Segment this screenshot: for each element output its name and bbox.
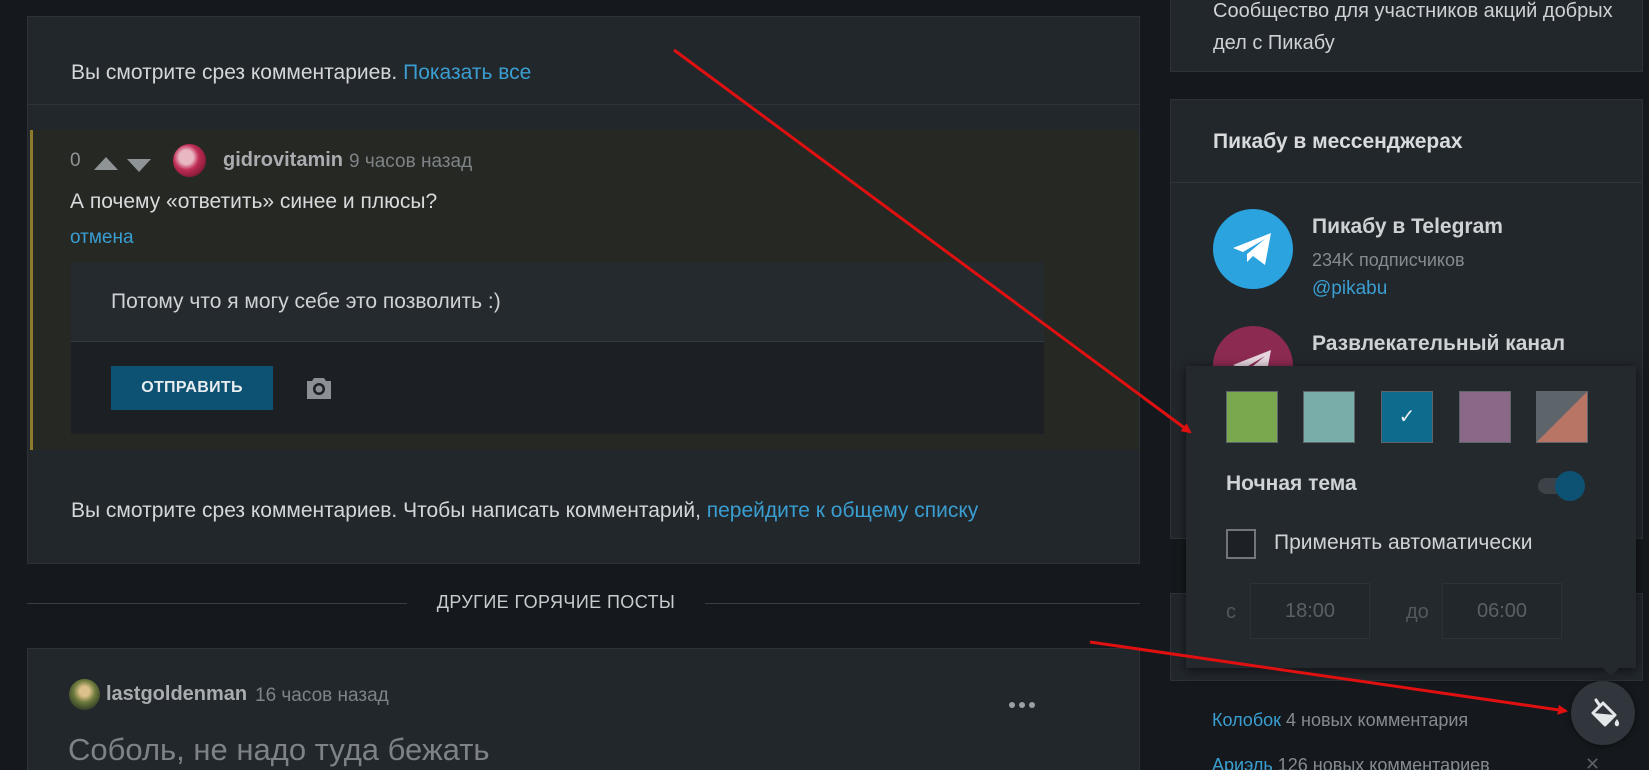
divider — [27, 603, 407, 604]
comment: 0 gidrovitamin 9 часов назад А почему «о… — [30, 130, 1139, 450]
more-icon[interactable] — [1009, 695, 1039, 713]
list-item: Колобок 4 новых комментария — [1212, 710, 1468, 731]
comments-card: Вы смотрите срез комментариев. Показать … — [27, 16, 1140, 564]
color-swatch-green[interactable] — [1226, 391, 1278, 443]
community-text: Сообщество для участников акций добрых д… — [1213, 0, 1613, 54]
to-time-input[interactable] — [1442, 583, 1562, 639]
upvote-icon[interactable] — [94, 157, 118, 170]
cancel-link[interactable]: отмена — [70, 227, 134, 249]
avatar[interactable] — [173, 144, 206, 177]
popup-pointer — [1600, 665, 1622, 676]
color-swatch-blue[interactable]: ✓ — [1381, 391, 1433, 443]
downvote-icon[interactable] — [127, 159, 151, 172]
reply-input[interactable]: Потому что я могу себе это позволить :) — [71, 262, 1044, 342]
telegram-handle-link[interactable]: @pikabu — [1312, 278, 1387, 300]
telegram-subscribers: 234K подписчиков — [1312, 250, 1465, 270]
divider — [1171, 182, 1642, 183]
entertainment-channel-title[interactable]: Развлекательный канал — [1312, 332, 1565, 356]
comment-username[interactable]: gidrovitamin — [223, 149, 343, 172]
schedule-row: с до — [1226, 583, 1606, 639]
comment-text: А почему «ответить» синее и плюсы? — [70, 190, 438, 213]
close-icon[interactable]: ✕ — [1585, 754, 1600, 770]
night-theme-label: Ночная тема — [1226, 472, 1357, 495]
from-label: с — [1226, 601, 1236, 623]
hot-posts-title: ДРУГИЕ ГОРЯЧИЕ ПОСТЫ — [436, 592, 676, 612]
post-username[interactable]: lastgoldenman — [106, 683, 247, 706]
community-card: Сообщество для участников акций добрых д… — [1170, 0, 1643, 72]
reply-form: Потому что я могу себе это позволить :) … — [71, 262, 1044, 434]
theme-button[interactable] — [1571, 681, 1635, 745]
list-item: Ариэль 126 новых комментариев — [1212, 755, 1490, 770]
comment-post-link[interactable]: Колобок — [1212, 710, 1281, 730]
color-swatch-teal[interactable] — [1303, 391, 1355, 443]
new-comments-count: 126 новых комментариев — [1277, 755, 1490, 770]
divider — [705, 603, 1140, 604]
comment-post-link[interactable]: Ариэль — [1212, 755, 1273, 770]
slice-footer-text: Вы смотрите срез комментариев. Чтобы нап… — [71, 499, 701, 522]
reply-input-text: Потому что я могу себе это позволить :) — [111, 290, 501, 313]
comment-rating: 0 — [70, 150, 81, 171]
main-column: Вы смотрите срез комментариев. Показать … — [27, 0, 1140, 770]
camera-icon[interactable] — [305, 375, 333, 401]
slice-notice-text: Вы смотрите срез комментариев. — [71, 61, 398, 84]
comment-highlight-bar — [30, 130, 33, 450]
avatar[interactable] — [69, 679, 100, 710]
color-swatch-gray-red[interactable] — [1536, 391, 1588, 443]
post-card: lastgoldenman 16 часов назад Соболь, не … — [27, 648, 1140, 770]
check-icon: ✓ — [1398, 406, 1416, 428]
comment-slice-footer: Вы смотрите срез комментариев. Чтобы нап… — [71, 499, 978, 523]
go-to-list-link[interactable]: перейдите к общему списку — [707, 499, 979, 522]
divider — [28, 104, 1139, 105]
auto-apply-label[interactable]: Применять автоматически — [1274, 531, 1532, 555]
post-title[interactable]: Соболь, не надо туда бежать — [68, 732, 490, 768]
send-button[interactable]: ОТПРАВИТЬ — [111, 366, 273, 410]
night-theme-toggle-knob[interactable] — [1555, 471, 1585, 501]
comment-slice-notice: Вы смотрите срез комментариев. Показать … — [71, 61, 531, 85]
comment-time[interactable]: 9 часов назад — [349, 151, 472, 173]
from-time-input[interactable] — [1250, 583, 1370, 639]
new-comments-count: 4 новых комментария — [1286, 710, 1469, 730]
auto-apply-checkbox[interactable] — [1226, 529, 1256, 559]
telegram-channel-title[interactable]: Пикабу в Telegram — [1312, 215, 1503, 239]
paint-bucket-icon — [1591, 698, 1620, 727]
telegram-icon[interactable] — [1213, 209, 1293, 289]
theme-popup: ✓ Ночная тема Применять автоматически с … — [1186, 366, 1636, 668]
to-label: до — [1406, 601, 1429, 623]
color-swatch-purple[interactable] — [1459, 391, 1511, 443]
messengers-heading: Пикабу в мессенджерах — [1213, 130, 1463, 153]
post-time[interactable]: 16 часов назад — [255, 685, 389, 707]
show-all-link[interactable]: Показать все — [403, 61, 531, 84]
